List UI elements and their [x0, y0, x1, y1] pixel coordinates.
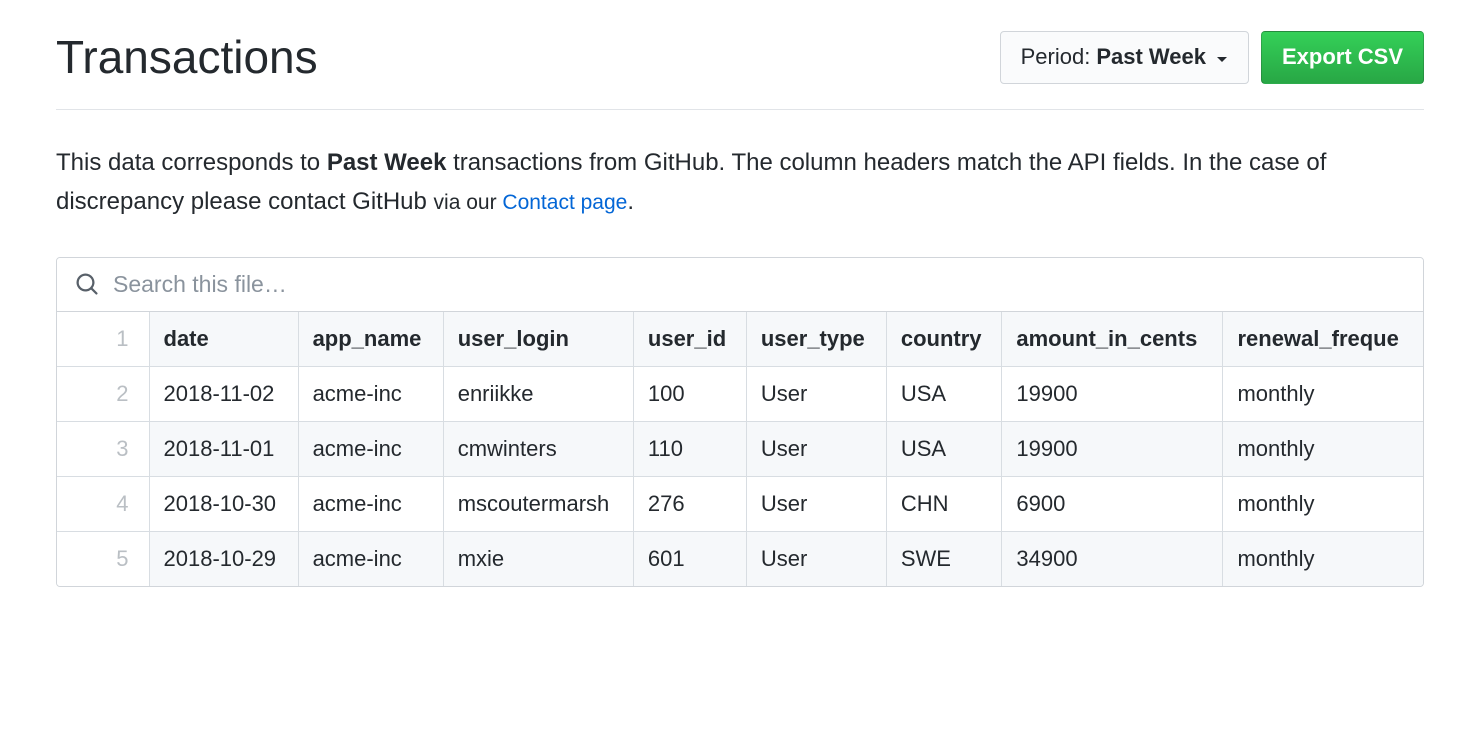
intro-text: This data corresponds to Past Week trans…	[56, 144, 1424, 221]
table-row: 42018-10-30acme-incmscoutermarsh276UserC…	[57, 476, 1423, 531]
period-prefix: Period:	[1021, 42, 1091, 73]
line-number: 2	[57, 366, 149, 421]
search-input[interactable]	[111, 270, 1405, 299]
col-renewal-frequency: renewal_freque	[1223, 312, 1423, 367]
intro-period: Past Week	[327, 149, 447, 176]
file-panel: 1 date app_name user_login user_id user_…	[56, 257, 1424, 587]
table-cell: 2018-10-30	[149, 476, 298, 531]
col-amount-in-cents: amount_in_cents	[1002, 312, 1223, 367]
table-cell: monthly	[1223, 421, 1423, 476]
table-cell: User	[746, 366, 886, 421]
table-header-row: 1 date app_name user_login user_id user_…	[57, 312, 1423, 367]
table-cell: acme-inc	[298, 366, 443, 421]
table-cell: acme-inc	[298, 421, 443, 476]
table-cell: enriikke	[443, 366, 633, 421]
file-search-bar	[57, 258, 1423, 312]
period-value: Past Week	[1096, 42, 1206, 73]
line-number: 4	[57, 476, 149, 531]
table-cell: monthly	[1223, 531, 1423, 586]
line-number-header: 1	[57, 312, 149, 367]
table-cell: 2018-11-01	[149, 421, 298, 476]
table-row: 32018-11-01acme-inccmwinters110UserUSA19…	[57, 421, 1423, 476]
caret-down-icon	[1216, 42, 1228, 73]
table-cell: USA	[886, 421, 1002, 476]
search-icon	[75, 272, 99, 296]
table-cell: User	[746, 476, 886, 531]
table-cell: cmwinters	[443, 421, 633, 476]
page-header: Transactions Period: Past Week Export CS…	[56, 30, 1424, 110]
table-cell: 34900	[1002, 531, 1223, 586]
table-cell: mxie	[443, 531, 633, 586]
col-app-name: app_name	[298, 312, 443, 367]
table-cell: 19900	[1002, 421, 1223, 476]
page-title: Transactions	[56, 30, 318, 85]
export-csv-button[interactable]: Export CSV	[1261, 31, 1424, 84]
col-user-id: user_id	[633, 312, 746, 367]
table-cell: 6900	[1002, 476, 1223, 531]
table-cell: SWE	[886, 531, 1002, 586]
col-country: country	[886, 312, 1002, 367]
table-cell: USA	[886, 366, 1002, 421]
table-cell: User	[746, 531, 886, 586]
table-cell: User	[746, 421, 886, 476]
table-cell: acme-inc	[298, 531, 443, 586]
table-cell: 601	[633, 531, 746, 586]
table-row: 22018-11-02acme-incenriikke100UserUSA199…	[57, 366, 1423, 421]
table-cell: acme-inc	[298, 476, 443, 531]
transactions-table: 1 date app_name user_login user_id user_…	[57, 312, 1423, 586]
col-user-type: user_type	[746, 312, 886, 367]
period-dropdown[interactable]: Period: Past Week	[1000, 31, 1249, 84]
line-number: 3	[57, 421, 149, 476]
col-user-login: user_login	[443, 312, 633, 367]
table-cell: 2018-11-02	[149, 366, 298, 421]
table-cell: 19900	[1002, 366, 1223, 421]
table-cell: 2018-10-29	[149, 531, 298, 586]
contact-page-link[interactable]: Contact page	[502, 191, 627, 214]
header-actions: Period: Past Week Export CSV	[1000, 31, 1424, 84]
table-cell: 110	[633, 421, 746, 476]
table-cell: mscoutermarsh	[443, 476, 633, 531]
col-date: date	[149, 312, 298, 367]
table-cell: 276	[633, 476, 746, 531]
table-cell: monthly	[1223, 476, 1423, 531]
line-number: 5	[57, 531, 149, 586]
table-cell: monthly	[1223, 366, 1423, 421]
table-cell: 100	[633, 366, 746, 421]
table-cell: CHN	[886, 476, 1002, 531]
table-row: 52018-10-29acme-incmxie601UserSWE34900mo…	[57, 531, 1423, 586]
